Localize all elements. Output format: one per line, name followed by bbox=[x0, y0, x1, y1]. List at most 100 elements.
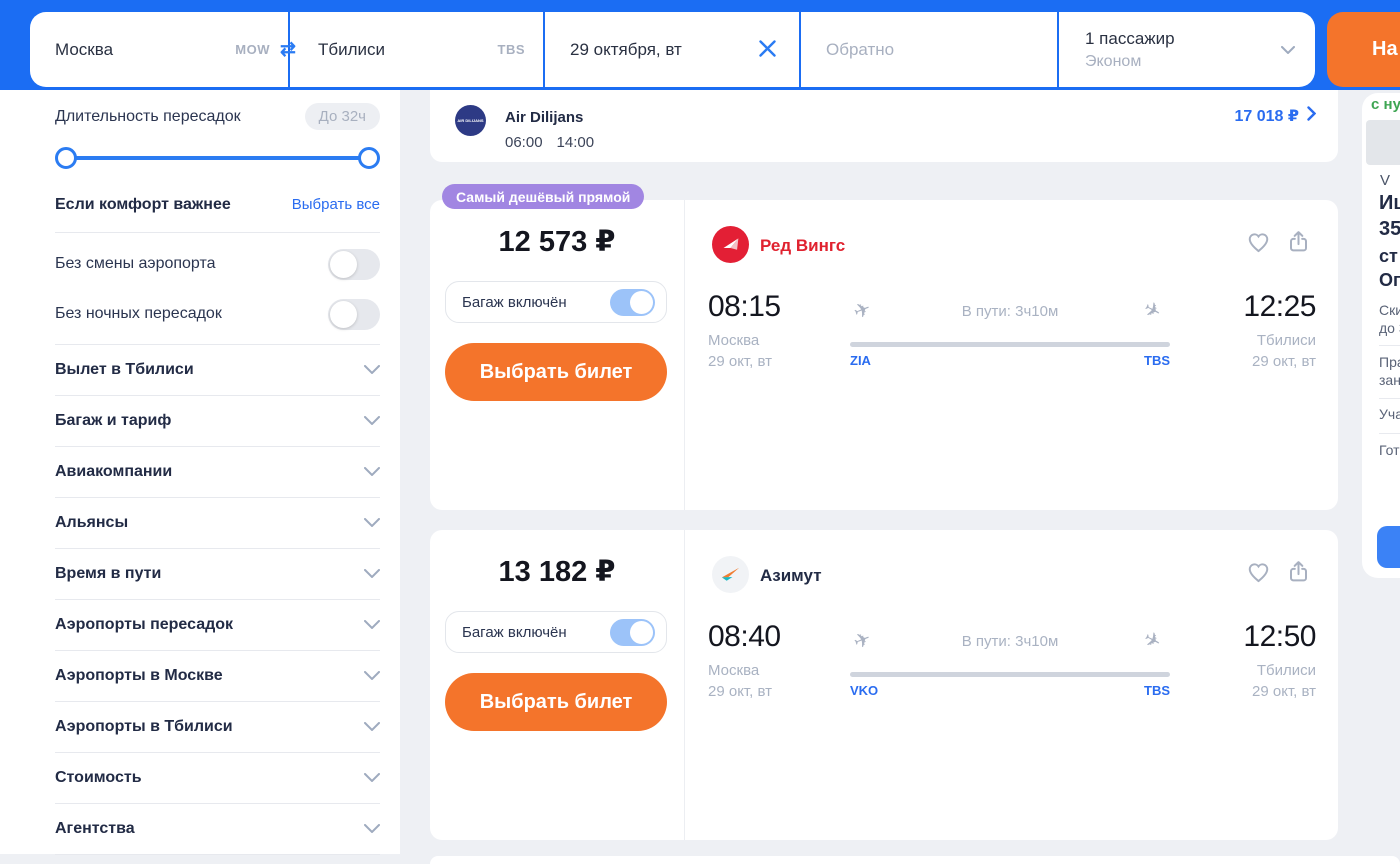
select-all-link[interactable]: Выбрать все bbox=[292, 196, 380, 213]
favorite-button[interactable] bbox=[1246, 230, 1271, 258]
filter-section-layover-airports[interactable]: Аэропорты пересадок bbox=[55, 600, 380, 651]
departure-date: 29 окт, вт bbox=[708, 353, 772, 370]
offer-price-link[interactable]: 17 018 ₽ bbox=[1234, 106, 1316, 126]
filter-section-travel-time[interactable]: Время в пути bbox=[55, 549, 380, 600]
favorite-button[interactable] bbox=[1246, 560, 1271, 588]
filter-sections-list: Вылет в Тбилиси Багаж и тариф Авиакомпан… bbox=[55, 344, 380, 855]
air-dilijans-logo: AIR DILIJANS bbox=[455, 105, 486, 136]
divider bbox=[55, 232, 380, 233]
cheapest-direct-badge: Самый дешёвый прямой bbox=[442, 184, 644, 209]
swap-icon: ⇄ bbox=[280, 38, 296, 61]
select-ticket-button[interactable]: Выбрать билет bbox=[445, 343, 667, 401]
divider bbox=[1379, 345, 1400, 346]
filter-section-departure-tbilisi[interactable]: Вылет в Тбилиси bbox=[55, 345, 380, 396]
share-button[interactable] bbox=[1286, 229, 1311, 257]
origin-field[interactable]: Москва MOW bbox=[30, 12, 288, 87]
departure-city: Москва bbox=[708, 332, 759, 349]
filter-section-price[interactable]: Стоимость bbox=[55, 753, 380, 804]
takeoff-icon: ✈ bbox=[850, 626, 875, 655]
next-card-fragment bbox=[430, 856, 1400, 864]
filter-section-airlines[interactable]: Авиакомпании bbox=[55, 447, 380, 498]
filter-section-agencies[interactable]: Агентства bbox=[55, 804, 380, 855]
no-night-layovers-toggle[interactable] bbox=[328, 299, 380, 330]
flight-duration: В пути: 3ч10м bbox=[880, 633, 1140, 650]
arrival-city: Тбилиси bbox=[1130, 662, 1316, 679]
no-night-layovers-label: Без ночных пересадок bbox=[55, 305, 222, 323]
arrival-date: 29 окт, вт bbox=[1130, 683, 1316, 700]
filter-section-baggage-tariff[interactable]: Багаж и тариф bbox=[55, 396, 380, 447]
chevron-down-icon bbox=[364, 769, 380, 787]
search-submit-button[interactable]: На bbox=[1327, 12, 1400, 87]
clear-date-button[interactable] bbox=[758, 39, 777, 61]
baggage-toggle[interactable] bbox=[610, 289, 655, 316]
swap-directions-button[interactable]: ⇄ bbox=[270, 31, 306, 67]
depart-date-field[interactable]: 29 октября, вт bbox=[545, 12, 799, 87]
heart-icon bbox=[1246, 230, 1271, 258]
slider-track bbox=[59, 156, 376, 160]
passengers-value: 1 пассажир bbox=[1085, 29, 1175, 49]
filter-section-airports-moscow[interactable]: Аэропорты в Москве bbox=[55, 651, 380, 702]
heart-icon bbox=[1246, 560, 1271, 588]
takeoff-icon: ✈ bbox=[850, 296, 875, 325]
flight-duration: В пути: 3ч10м bbox=[880, 303, 1140, 320]
passengers-field[interactable]: 1 пассажир Эконом bbox=[1059, 12, 1315, 87]
airline-name: Air Dilijans bbox=[505, 109, 583, 126]
flight-times: 06:0014:00 bbox=[505, 134, 608, 151]
select-ticket-button[interactable]: Выбрать билет bbox=[445, 673, 667, 731]
chevron-down-icon bbox=[1281, 41, 1295, 59]
airline-name: Ред Вингс bbox=[760, 236, 845, 256]
slider-handle-min[interactable] bbox=[55, 147, 77, 169]
offer-price: 13 182 ₽ bbox=[430, 554, 684, 589]
chevron-down-icon bbox=[364, 412, 380, 430]
origin-iata-code: MOW bbox=[235, 42, 270, 57]
promo-heading-fragment: Оп bbox=[1379, 270, 1400, 291]
azimut-logo bbox=[712, 556, 749, 593]
chevron-down-icon bbox=[364, 667, 380, 685]
origin-value: Москва bbox=[55, 40, 113, 60]
divider bbox=[684, 200, 685, 510]
chevron-down-icon bbox=[364, 820, 380, 838]
promo-item-fragment: до 3 bbox=[1379, 320, 1400, 336]
divider bbox=[1379, 433, 1400, 434]
offer-card-air-dilijans[interactable]: AIR DILIJANS Air Dilijans 06:0014:00 17 … bbox=[430, 90, 1338, 162]
flight-search-results-page: Москва MOW ⇄ Тбилиси TBS 29 октября, вт … bbox=[0, 0, 1400, 864]
offer-price: 12 573 ₽ bbox=[430, 224, 684, 259]
departure-airport-code: ZIA bbox=[850, 353, 871, 368]
destination-value: Тбилиси bbox=[318, 40, 385, 60]
no-airport-change-toggle[interactable] bbox=[328, 249, 380, 280]
return-date-field[interactable]: Обратно bbox=[801, 12, 1057, 87]
offer-card-red-wings: 12 573 ₽ Багаж включён Выбрать билет Ред… bbox=[430, 200, 1338, 510]
promo-item-fragment: Гот bbox=[1379, 442, 1400, 458]
filter-section-airports-tbilisi[interactable]: Аэропорты в Тбилиси bbox=[55, 702, 380, 753]
destination-field[interactable]: Тбилиси TBS bbox=[290, 12, 543, 87]
arrival-time: 12:50 bbox=[1130, 620, 1316, 654]
no-airport-change-label: Без смены аэропорта bbox=[55, 255, 216, 273]
slider-handle-max[interactable] bbox=[358, 147, 380, 169]
layover-duration-label: Длительность пересадок bbox=[55, 108, 241, 126]
promo-heading-fragment: 35 bbox=[1379, 218, 1400, 241]
close-icon bbox=[758, 39, 777, 61]
share-icon bbox=[1286, 559, 1311, 587]
depart-date-value: 29 октября, вт bbox=[570, 40, 682, 60]
promo-ad-text-fragment: с ну bbox=[1371, 96, 1400, 113]
arrival-date: 29 окт, вт bbox=[1130, 353, 1316, 370]
layover-duration-slider[interactable] bbox=[55, 146, 380, 170]
baggage-label: Багаж включён bbox=[462, 294, 567, 311]
baggage-toggle[interactable] bbox=[610, 619, 655, 646]
divider bbox=[1379, 398, 1400, 399]
filter-section-alliances[interactable]: Альянсы bbox=[55, 498, 380, 549]
promo-item-fragment: зан bbox=[1379, 372, 1400, 388]
promo-item-fragment: Ски bbox=[1379, 302, 1400, 318]
chevron-down-icon bbox=[364, 361, 380, 379]
share-button[interactable] bbox=[1286, 559, 1311, 587]
arrival-time: 12:25 bbox=[1130, 290, 1316, 324]
promo-card-fragment: с ну V Иш 35 ст Оп Ски до 3 Пра зан Уча … bbox=[1362, 93, 1400, 578]
red-wings-logo bbox=[712, 226, 749, 263]
chevron-down-icon bbox=[364, 463, 380, 481]
baggage-option-box: Багаж включён bbox=[445, 611, 667, 653]
filters-sidebar: Длительность пересадок До 32ч Если комфо… bbox=[0, 90, 400, 854]
promo-cta-button[interactable] bbox=[1377, 526, 1400, 568]
departure-airport-code: VKO bbox=[850, 683, 878, 698]
chevron-down-icon bbox=[364, 718, 380, 736]
airline-name: Азимут bbox=[760, 566, 822, 586]
